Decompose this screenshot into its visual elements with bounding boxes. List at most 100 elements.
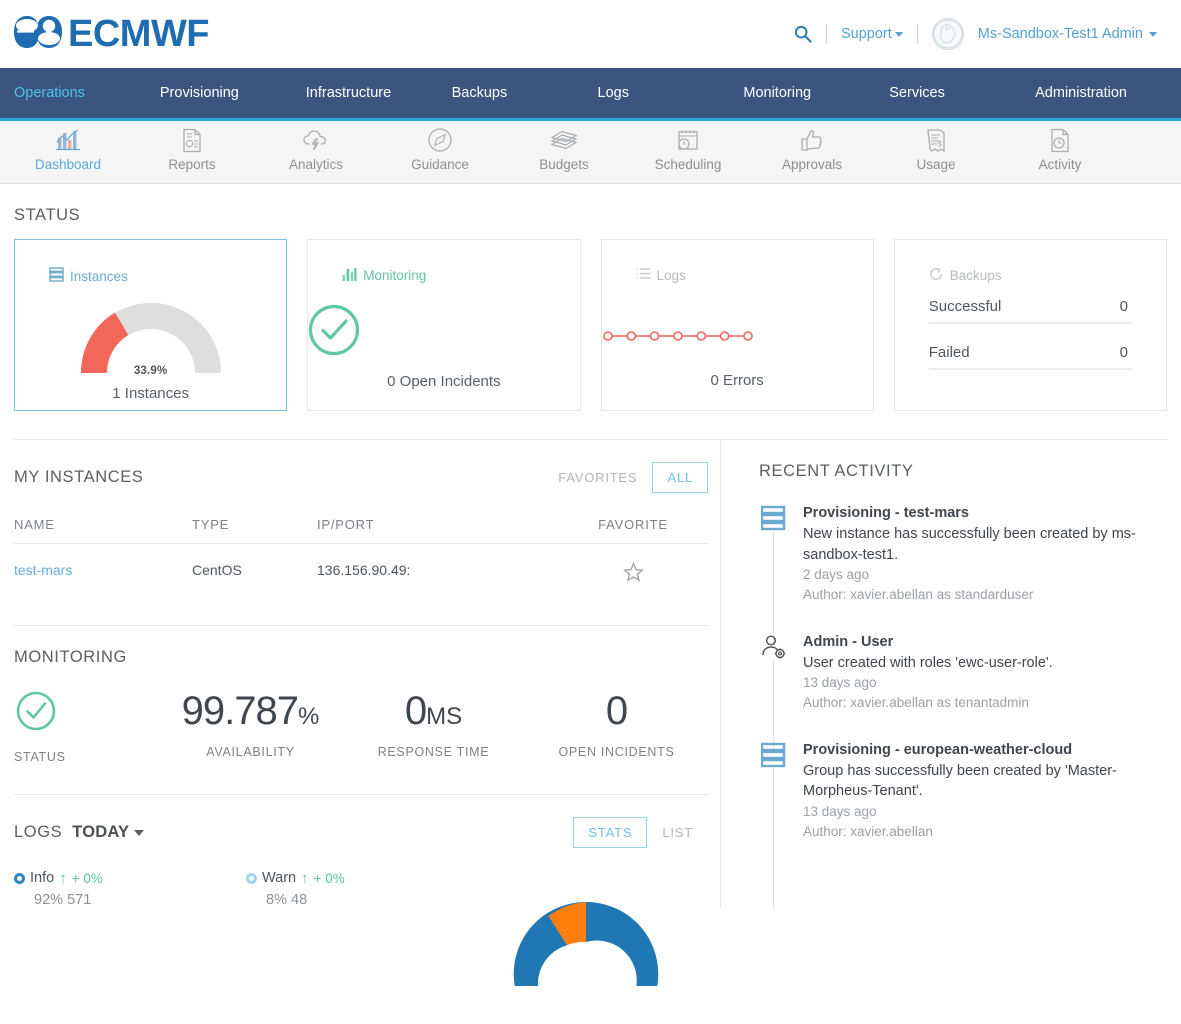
activity-time: 13 days ago	[803, 675, 877, 691]
cloud-bolt-icon	[302, 127, 330, 153]
document-clock-icon	[1049, 127, 1071, 153]
support-label: Support	[840, 26, 892, 42]
card-header: Backups	[895, 240, 1166, 284]
subnav-label: Budgets	[539, 157, 589, 172]
nav-item-administration[interactable]: Administration	[1035, 85, 1181, 101]
nav-item-services[interactable]: Services	[889, 85, 1035, 101]
column-header-ip-port[interactable]: IP/PORT	[317, 517, 558, 544]
my-instances-heading: MY INSTANCES	[14, 468, 144, 486]
subnav-item-approvals[interactable]: Approvals	[750, 121, 874, 172]
subnav-label: Approvals	[781, 157, 843, 172]
user-gear-icon	[759, 634, 789, 714]
nav-item-provisioning[interactable]: Provisioning	[160, 85, 306, 101]
subnav-label: Usage	[916, 157, 956, 172]
sub-navigation: Dashboard Reports Analytics Guidance Bud…	[0, 118, 1181, 184]
backup-label: Failed	[928, 344, 970, 361]
column-header-type[interactable]: TYPE	[192, 517, 317, 544]
subnav-label: Activity	[1038, 157, 1082, 172]
filter-all-button[interactable]: ALL	[652, 462, 708, 493]
activity-time: 2 days ago	[803, 567, 870, 583]
subnav-item-guidance[interactable]: Guidance	[378, 121, 502, 172]
user-menu[interactable]: Ms-Sandbox-Test1 Admin	[978, 26, 1157, 42]
column-header-name[interactable]: NAME	[14, 517, 192, 544]
backup-rows: Successful 0 Failed 0	[895, 284, 1166, 370]
support-menu[interactable]: Support	[841, 26, 903, 42]
chevron-down-icon	[1149, 31, 1157, 37]
refresh-icon	[929, 267, 944, 284]
chevron-down-icon	[134, 829, 145, 836]
open-incidents-count: 0 Open Incidents	[387, 373, 501, 390]
column-header-favorite[interactable]: FAVORITE	[558, 517, 708, 544]
activity-time: 13 days ago	[803, 803, 877, 819]
star-icon[interactable]	[622, 562, 644, 586]
subnav-item-analytics[interactable]: Analytics	[254, 121, 378, 172]
instances-filter-toggle: FAVORITES ALL	[543, 462, 708, 493]
divider	[14, 794, 708, 795]
filter-favorites-button[interactable]: FAVORITES	[543, 462, 652, 493]
logs-legend-warn[interactable]: Warn ↑ + 0% 8% 48	[246, 870, 478, 908]
nav-item-monitoring[interactable]: Monitoring	[743, 85, 889, 101]
logs-period-label: TODAY	[72, 823, 130, 841]
card-header: Monitoring	[308, 240, 579, 284]
metric-response-time: 0MS RESPONSE TIME	[342, 691, 525, 764]
logs-heading: LOGS	[14, 823, 63, 841]
list-item[interactable]: Admin - User User created with roles 'ew…	[759, 633, 1167, 752]
check-circle-icon	[308, 304, 579, 361]
status-card-logs[interactable]: Logs 0 Errors	[600, 239, 874, 411]
nav-item-infrastructure[interactable]: Infrastructure	[306, 85, 452, 101]
svg-text:$: $	[938, 141, 942, 148]
legend-delta: + 0%	[71, 870, 103, 886]
instances-table: NAME TYPE IP/PORT FAVORITE test-mars Cen…	[14, 517, 708, 586]
logs-legend-info[interactable]: Info ↑ + 0% 92% 571	[14, 870, 246, 908]
nav-item-operations[interactable]: Operations	[14, 85, 160, 101]
instance-ip-cell: 136.156.90.49:	[317, 562, 411, 578]
timeline-rail	[773, 659, 774, 752]
brand-logo[interactable]: ECMWF	[14, 14, 210, 55]
subnav-item-activity[interactable]: Activity	[998, 121, 1122, 172]
legend-line: Info ↑ + 0%	[14, 870, 246, 886]
metric-label: AVAILABILITY	[206, 745, 295, 759]
nav-item-logs[interactable]: Logs	[598, 85, 744, 101]
search-icon[interactable]	[794, 25, 812, 43]
compass-icon	[427, 127, 453, 153]
chevron-down-icon	[894, 31, 903, 37]
activity-author: Author: xavier.abellan as standarduser	[803, 587, 1034, 603]
subnav-item-scheduling[interactable]: Scheduling	[626, 121, 750, 172]
subnav-item-usage[interactable]: $ Usage	[874, 121, 998, 172]
activity-title: Admin - User	[803, 633, 894, 650]
subnav-item-reports[interactable]: Reports	[130, 121, 254, 172]
status-card-monitoring[interactable]: Monitoring 0 Open Incidents	[307, 239, 581, 411]
logs-list-button[interactable]: LIST	[647, 817, 708, 848]
nav-item-backups[interactable]: Backups	[452, 85, 598, 101]
legend-values: 8% 48	[246, 892, 478, 908]
monitoring-metrics: STATUS 99.787% AVAILABILITY 0MS RESPONSE…	[14, 691, 708, 764]
server-stack-icon	[759, 505, 789, 606]
check-circle-icon	[14, 691, 159, 736]
receipt-icon: $	[925, 127, 947, 153]
metric-label: OPEN INCIDENTS	[558, 745, 675, 759]
status-card-backups[interactable]: Backups Successful 0 Failed 0	[893, 239, 1167, 411]
status-card-instances[interactable]: Instances 33.9% 1 Instances	[14, 239, 288, 411]
metric-number: 0	[404, 689, 427, 733]
list-item[interactable]: Provisioning - test-mars New instance ha…	[759, 505, 1167, 644]
monitoring-heading: MONITORING	[14, 648, 127, 666]
legend-delta: + 0%	[313, 870, 345, 886]
logs-stats-button[interactable]: STATS	[573, 817, 648, 848]
legend-percent: 8%	[266, 892, 287, 908]
avatar[interactable]	[931, 18, 964, 50]
instance-favorite-cell[interactable]	[558, 544, 708, 587]
legend-values: 92% 571	[14, 892, 246, 908]
activity-description: User created with roles 'ewc-user-role'.	[803, 654, 1053, 671]
table-row[interactable]: test-mars CentOS 136.156.90.49:	[14, 544, 708, 587]
subnav-item-dashboard[interactable]: Dashboard	[6, 121, 130, 172]
legend-name: Warn	[262, 870, 297, 886]
server-stack-icon	[49, 267, 64, 285]
instance-link[interactable]: test-mars	[14, 562, 72, 578]
logs-period-dropdown[interactable]: TODAY	[72, 823, 145, 842]
logs-donut-chart	[496, 866, 676, 1021]
metric-label: RESPONSE TIME	[377, 745, 490, 759]
subnav-item-budgets[interactable]: Budgets	[502, 121, 626, 172]
list-item[interactable]: Provisioning - european-weather-cloud Gr…	[759, 742, 1167, 911]
legend-name: Info	[30, 870, 55, 886]
table-footer-divider	[14, 586, 708, 626]
